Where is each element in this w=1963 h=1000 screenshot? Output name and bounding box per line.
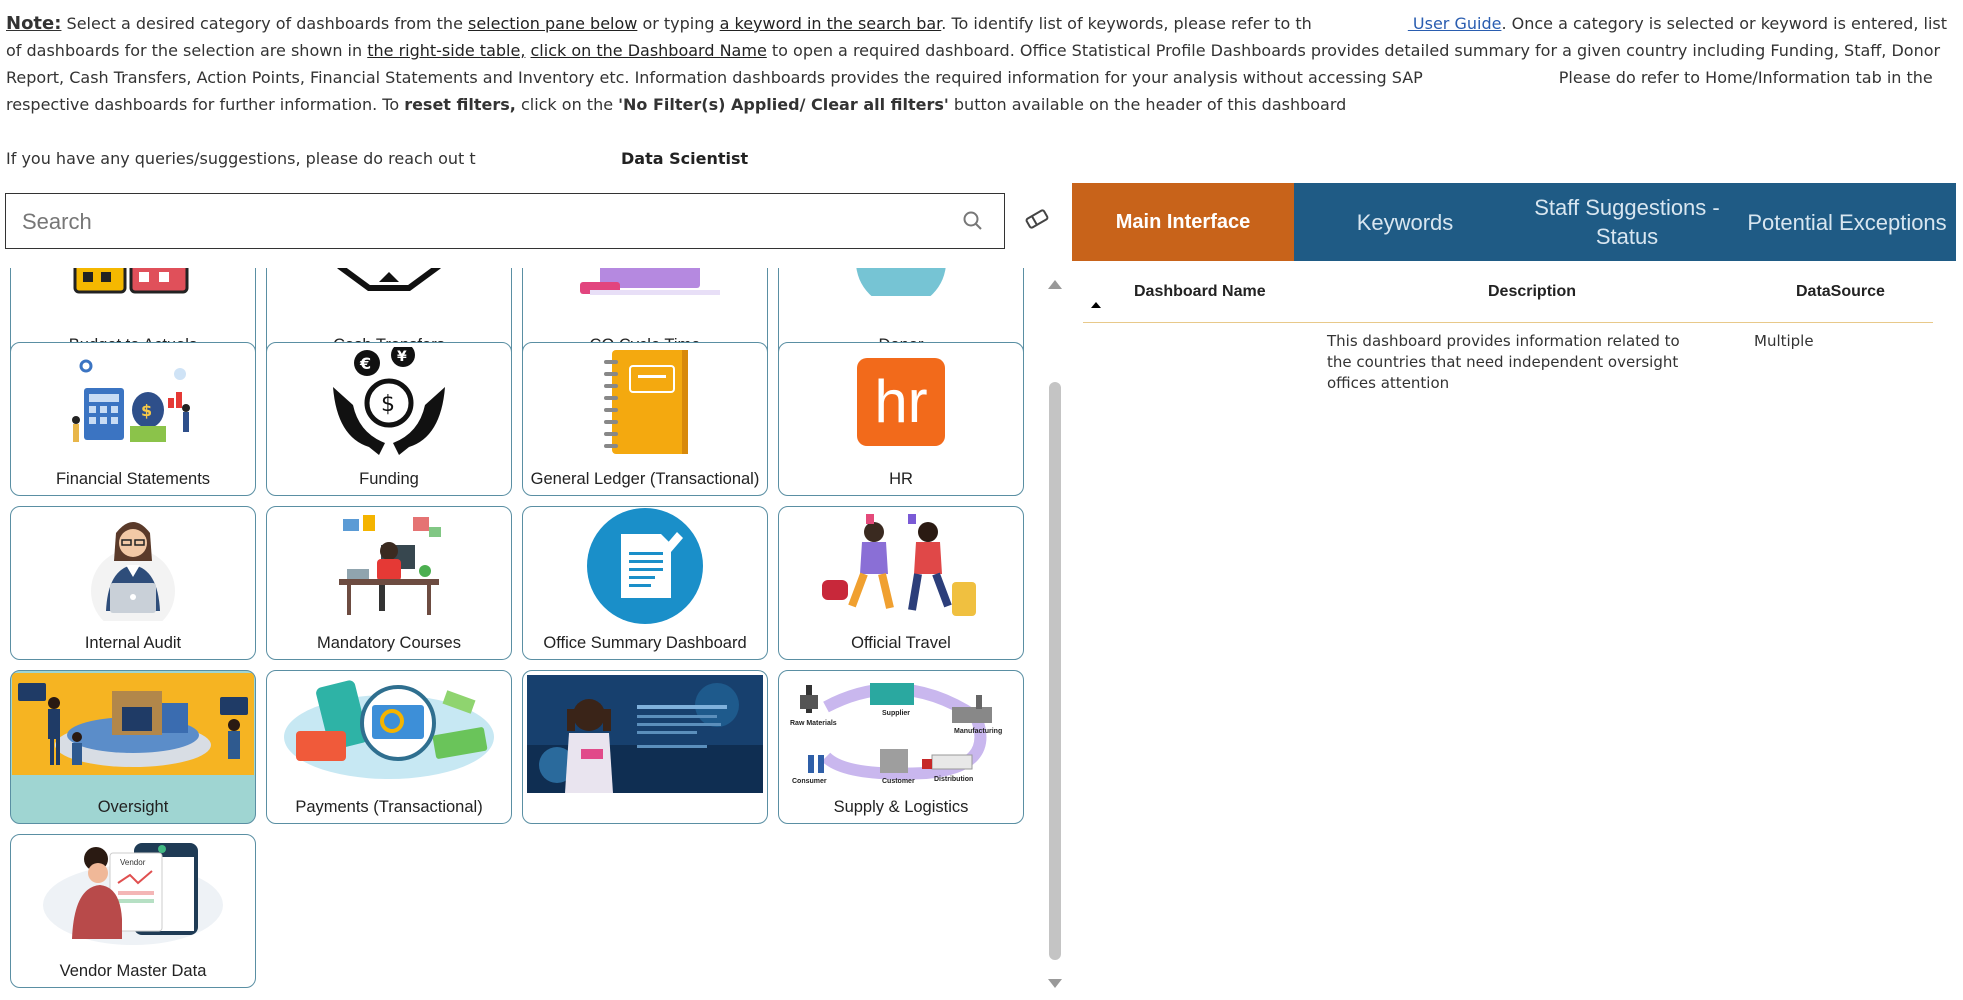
scroll-down-arrow-icon[interactable]	[1048, 979, 1062, 988]
oversight-scene-icon	[11, 673, 255, 785]
hr-logo-text: hr	[874, 368, 928, 435]
tiles-scrollbar[interactable]	[1045, 278, 1065, 990]
tile-label: Internal Audit	[84, 634, 182, 652]
tile-label: Funding	[359, 470, 419, 488]
search-icon[interactable]	[962, 210, 984, 236]
svg-text:Consumer: Consumer	[792, 778, 827, 785]
note-right-table: the right-side table,	[367, 41, 526, 60]
tab-staff-suggestions-status[interactable]: Staff Suggestions - Status	[1516, 183, 1738, 261]
tile-mandatory-courses[interactable]: Mandatory Courses	[266, 506, 512, 660]
column-header-datasource[interactable]: DataSource	[1796, 283, 1885, 301]
tile-label: Vendor Master Data	[59, 962, 207, 980]
hands-money-icon	[267, 268, 511, 299]
svg-text:¥: ¥	[397, 349, 407, 365]
scrollbar-thumb[interactable]	[1049, 382, 1061, 960]
tile-label: Official Travel	[851, 634, 951, 652]
tile-funding[interactable]: $ € ¥ Funding	[266, 342, 512, 496]
contact-text: If you have any queries/suggestions, ple…	[6, 149, 476, 168]
laptop-icon	[523, 268, 767, 299]
tile-label: Office Summary Dashboard	[543, 634, 747, 652]
tile-financial-statements[interactable]: $ Financial Statements	[10, 342, 256, 496]
note-reset-filters: reset filters,	[404, 95, 516, 114]
tile-label: Financial Statements	[55, 470, 211, 488]
cell-description: This dashboard provides information rela…	[1327, 332, 1680, 392]
tile-photo-unlabeled[interactable]	[522, 670, 768, 824]
photo-banner-image	[523, 675, 767, 793]
funding-icon: $ € ¥	[267, 347, 511, 457]
user-guide-link[interactable]: User Guide	[1408, 14, 1502, 33]
svg-text:$: $	[381, 392, 395, 417]
tile-oversight[interactable]: Oversight	[10, 670, 256, 824]
note-text: or typing	[637, 14, 720, 33]
tile-office-summary[interactable]: Office Summary Dashboard	[522, 506, 768, 660]
auditor-icon	[11, 511, 255, 621]
tile-general-ledger[interactable]: General Ledger (Transactional)	[522, 342, 768, 496]
column-header-dashboard-name[interactable]: Dashboard Name	[1134, 283, 1266, 301]
tab-main-interface[interactable]: Main Interface	[1072, 183, 1294, 261]
tile-payments[interactable]: Payments (Transactional)	[266, 670, 512, 824]
notebook-icon	[523, 347, 767, 457]
note-text: button available on the header of this d…	[948, 95, 1347, 114]
svg-text:Supplier: Supplier	[882, 710, 910, 717]
svg-text:€: €	[359, 354, 371, 373]
tile-label: Oversight	[97, 798, 169, 816]
tile-internal-audit[interactable]: Internal Audit	[10, 506, 256, 660]
vendor-icon: Vendor	[11, 839, 255, 949]
column-header-description[interactable]: Description	[1488, 283, 1576, 301]
document-circle-icon	[523, 508, 767, 624]
contact-line: If you have any queries/suggestions, ple…	[6, 149, 748, 168]
payments-icon	[267, 675, 511, 785]
tile-label: HR	[889, 470, 913, 488]
scroll-up-arrow-icon[interactable]	[1048, 280, 1062, 289]
tile-official-travel[interactable]: Official Travel	[778, 506, 1024, 660]
svg-text:Raw Materials: Raw Materials	[790, 720, 837, 727]
tab-potential-exceptions[interactable]: Potential Exceptions	[1738, 183, 1956, 261]
eraser-icon[interactable]	[1023, 207, 1051, 235]
svg-text:$: $	[141, 401, 152, 420]
note-text: . To identify list of keywords, please r…	[941, 14, 1312, 33]
contact-role: Data Scientist	[621, 149, 749, 168]
svg-text:Manufacturing: Manufacturing	[954, 728, 1002, 735]
tab-keywords[interactable]: Keywords	[1294, 183, 1516, 261]
tile-hr[interactable]: hr HR	[778, 342, 1024, 496]
tile-label: Supply & Logistics	[833, 798, 969, 816]
note-click-name: click on the Dashboard Name	[530, 41, 767, 60]
note-clear-filters: 'No Filter(s) Applied/ Clear all filters…	[618, 95, 949, 114]
note-text: Select a desired category of dashboards …	[61, 14, 468, 33]
svg-text:Vendor: Vendor	[120, 858, 146, 867]
dashboard-table-header: Dashboard Name Description DataSource	[1083, 280, 1933, 323]
cell-datasource: Multiple	[1754, 332, 1814, 350]
svg-text:Distribution: Distribution	[934, 776, 973, 783]
tile-label: Payments (Transactional)	[295, 798, 483, 816]
hr-logo-icon: hr	[779, 347, 1023, 457]
tile-vendor-master-data[interactable]: Vendor Vendor Master Data	[10, 834, 256, 988]
tile-label: General Ledger (Transactional)	[530, 470, 760, 488]
category-grid: Budget to Actuals Cash Transfers CO Cycl…	[0, 268, 1040, 998]
note-keyword: a keyword in the search bar	[719, 14, 942, 33]
sort-ascending-icon[interactable]	[1091, 302, 1101, 308]
travelers-icon	[779, 511, 1023, 621]
note-selection-pane: selection pane below	[468, 14, 638, 33]
search-box[interactable]	[5, 193, 1005, 249]
finance-icon: $	[11, 347, 255, 457]
budget-icon	[11, 268, 255, 299]
note-label: Note:	[6, 13, 62, 34]
tile-label: Mandatory Courses	[317, 634, 461, 652]
svg-text:Customer: Customer	[882, 778, 915, 785]
study-desk-icon	[267, 511, 511, 621]
instructions-note: Note: Select a desired category of dashb…	[6, 10, 1956, 118]
right-panel-tabs: Main Interface Keywords Staff Suggestion…	[1072, 183, 1956, 261]
globe-icon	[779, 268, 1023, 299]
search-input[interactable]	[20, 204, 924, 240]
supply-chain-icon: Raw Materials Supplier Manufacturing Distri…	[779, 675, 1023, 795]
tile-supply-logistics[interactable]: Raw Materials Supplier Manufacturing Distri…	[778, 670, 1024, 824]
note-text: click on the	[515, 95, 619, 114]
